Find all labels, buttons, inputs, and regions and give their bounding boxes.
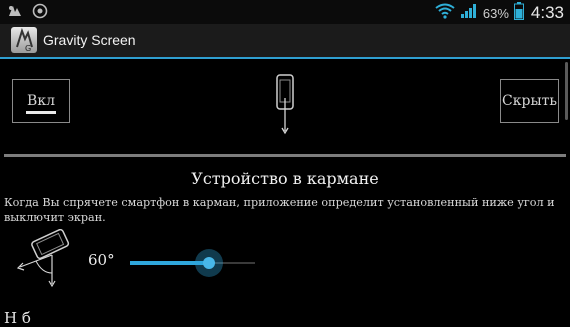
vpn-icon	[32, 3, 48, 23]
gravity-screen-app-icon[interactable]: G	[11, 27, 37, 53]
clock: 4:33	[530, 3, 564, 22]
pocket-section-description: Когда Вы спрячете смартфон в карман, при…	[4, 196, 555, 224]
app-title: Gravity Screen	[43, 32, 136, 48]
wifi-icon	[435, 3, 455, 23]
scrollbar[interactable]	[565, 62, 568, 120]
svg-text:G: G	[25, 44, 31, 53]
angle-value: 60°	[88, 251, 115, 269]
on-button[interactable]: Вкл	[12, 79, 70, 123]
notification-icon	[6, 3, 24, 23]
on-indicator	[26, 111, 56, 114]
next-section-title: Н б	[4, 309, 31, 327]
status-bar-right: 63% 4:33	[435, 2, 564, 24]
slider-thumb[interactable]	[202, 257, 215, 269]
hide-button-label: Скрыть	[502, 93, 557, 109]
on-button-label: Вкл	[27, 93, 55, 109]
pocket-section-title: Устройство в кармане	[191, 169, 379, 188]
battery-percent: 63%	[482, 5, 509, 21]
battery-icon	[513, 2, 524, 24]
hide-button[interactable]: Скрыть	[500, 79, 559, 123]
signal-icon	[460, 3, 478, 23]
status-bar: 63% 4:33	[0, 0, 570, 24]
pocket-angle-icon	[14, 228, 76, 289]
status-bar-left	[6, 3, 48, 23]
section-divider	[4, 154, 566, 157]
phone-orientation-icon	[274, 74, 298, 136]
action-bar: G Gravity Screen	[0, 24, 570, 59]
